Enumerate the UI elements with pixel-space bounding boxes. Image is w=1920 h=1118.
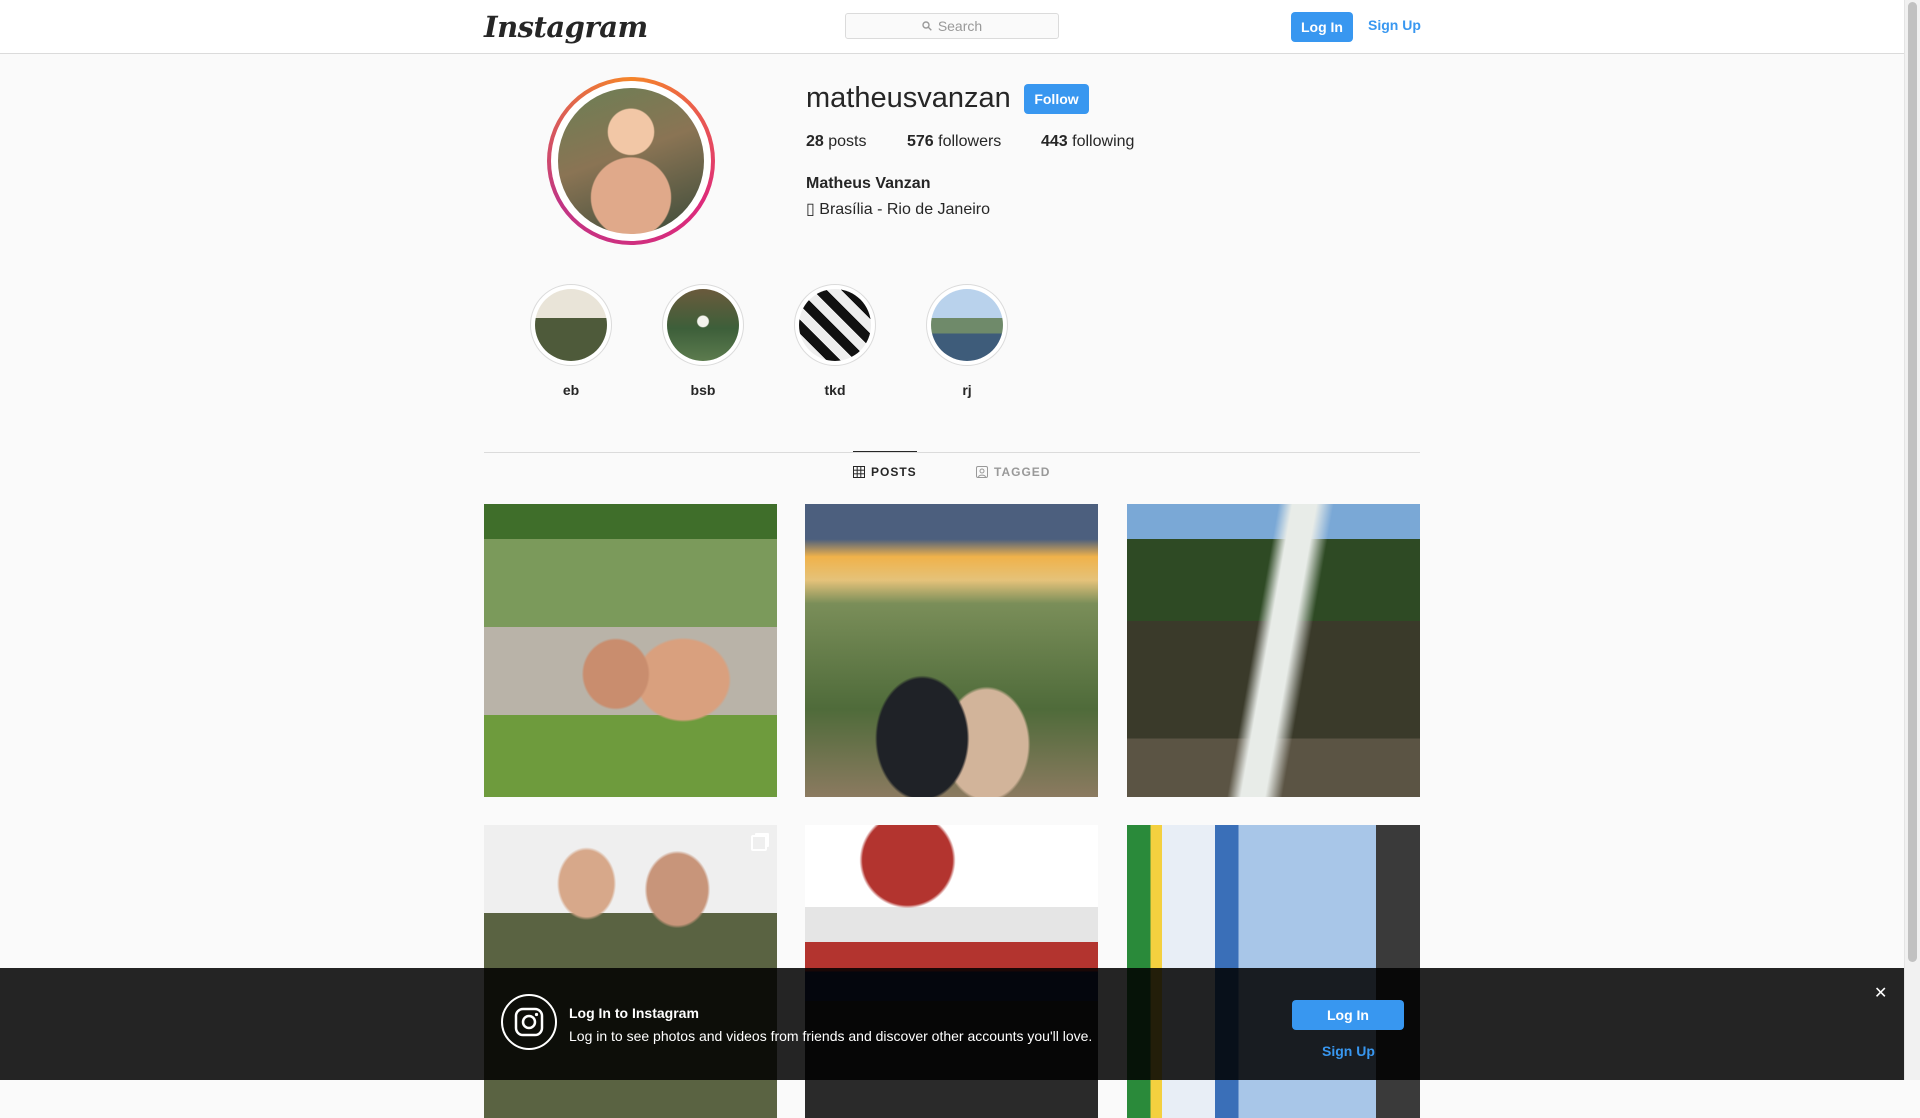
close-icon[interactable]: ✕ bbox=[1874, 983, 1887, 1003]
highlight-cover bbox=[535, 289, 607, 361]
highlight-eb[interactable]: eb bbox=[528, 284, 614, 398]
profile-full-name: Matheus Vanzan bbox=[806, 175, 931, 192]
banner-title: Log In to Instagram bbox=[569, 1005, 699, 1021]
follow-button[interactable]: Follow bbox=[1024, 84, 1089, 114]
highlight-cover bbox=[799, 289, 871, 361]
tagged-user-icon bbox=[976, 466, 988, 478]
tab-tagged[interactable]: TAGGED bbox=[976, 465, 1050, 479]
search-icon bbox=[922, 21, 932, 31]
bio-text: Brasília - Rio de Janeiro bbox=[819, 201, 991, 218]
grid-icon bbox=[853, 466, 865, 478]
highlight-rj[interactable]: rj bbox=[924, 284, 1010, 398]
banner-text: Log in to see photos and videos from fri… bbox=[569, 1028, 1093, 1044]
banner-signup-link[interactable]: Sign Up bbox=[1322, 1043, 1375, 1059]
profile-username: matheusvanzan bbox=[806, 82, 1011, 114]
tab-posts[interactable]: POSTS bbox=[853, 465, 917, 479]
banner-login-button[interactable]: Log In bbox=[1292, 1000, 1404, 1030]
active-tab-indicator bbox=[853, 451, 917, 452]
search-placeholder: Search bbox=[937, 18, 983, 34]
login-button[interactable]: Log In bbox=[1291, 12, 1353, 42]
page-scrollbar[interactable] bbox=[1904, 0, 1920, 1080]
highlight-tkd[interactable]: tkd bbox=[792, 284, 878, 398]
highlight-label: rj bbox=[962, 382, 972, 398]
post-thumbnail[interactable] bbox=[805, 504, 1098, 797]
post-thumbnail[interactable] bbox=[484, 504, 777, 797]
profile-avatar[interactable] bbox=[547, 77, 715, 245]
instagram-camera-icon bbox=[501, 994, 557, 1050]
profile-bio: ▯ Brasília - Rio de Janeiro bbox=[806, 199, 990, 219]
followers-count[interactable]: 576 followers bbox=[907, 133, 1001, 151]
signup-link[interactable]: Sign Up bbox=[1368, 17, 1421, 33]
highlight-cover bbox=[667, 289, 739, 361]
tabs-divider bbox=[484, 452, 1420, 453]
posts-count: 28 posts bbox=[806, 133, 867, 150]
highlight-label: eb bbox=[562, 382, 580, 398]
multiple-photos-icon bbox=[751, 835, 767, 851]
multiple-photos-icon bbox=[1072, 835, 1088, 851]
phone-icon: ▯ bbox=[806, 201, 815, 218]
highlight-label: bsb bbox=[690, 382, 716, 398]
top-navigation-bar: Instagram Search Log In Sign Up bbox=[0, 0, 1904, 54]
post-thumbnail[interactable] bbox=[1127, 504, 1420, 797]
highlight-label: tkd bbox=[824, 382, 846, 398]
avatar-photo bbox=[558, 88, 704, 234]
highlight-bsb[interactable]: bsb bbox=[660, 284, 746, 398]
highlight-cover bbox=[931, 289, 1003, 361]
following-count[interactable]: 443 following bbox=[1041, 133, 1134, 151]
instagram-logo[interactable]: Instagram bbox=[484, 10, 648, 44]
login-banner bbox=[0, 968, 1904, 1080]
search-input[interactable]: Search bbox=[845, 13, 1059, 39]
scrollbar-thumb[interactable] bbox=[1908, 2, 1917, 962]
